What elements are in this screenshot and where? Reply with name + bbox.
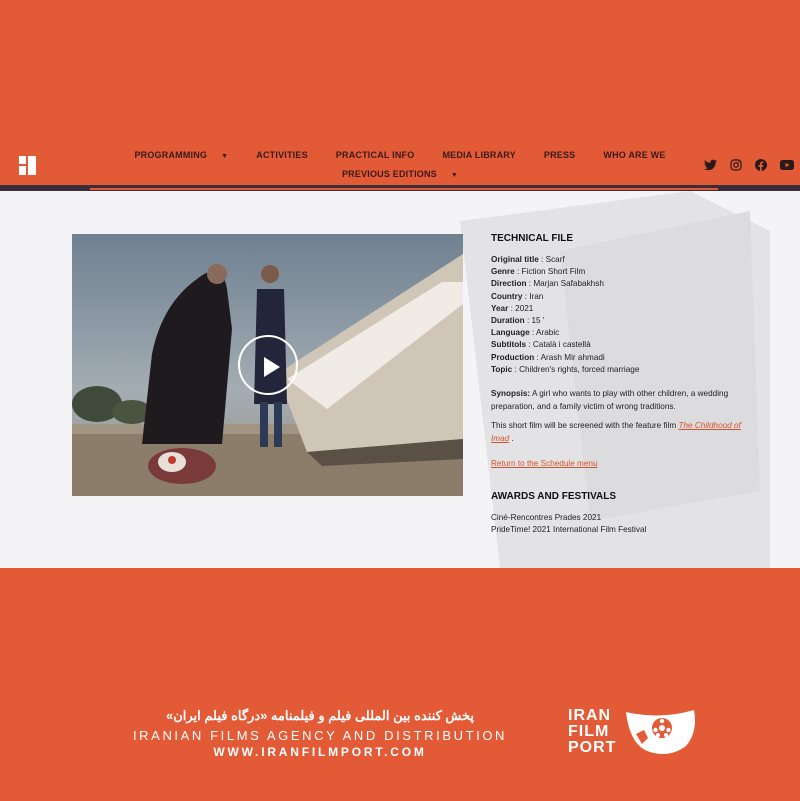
tf-label: Duration [491, 316, 525, 326]
tf-row-original-title: Original title : Scarf [491, 255, 565, 264]
english-tagline: IRANIAN FILMS AGENCY AND DISTRIBUTION [132, 728, 508, 743]
tf-label: Direction [491, 279, 527, 289]
tf-label: Language [491, 328, 530, 338]
menu-label: PROGRAMMING [134, 150, 208, 160]
instagram-icon[interactable] [730, 159, 742, 171]
awards-section: AWARDS AND FESTIVALS Ciné-Rencontres Pra… [491, 491, 751, 536]
chevron-down-icon: ▼ [221, 153, 229, 160]
footer-banner: پخش کننده بین المللی فیلم و فیلمنامه «در… [0, 568, 800, 801]
tf-value: Scarf [545, 255, 565, 264]
tf-label: Subtitols [491, 340, 527, 350]
synopsis-label: Synopsis: [491, 389, 531, 399]
tf-row-genre: Genre : Fiction Short Film [491, 267, 586, 277]
tf-label: Year [491, 303, 509, 313]
tf-row-topic: Topic : Children's rights, forced marria… [491, 364, 640, 374]
screening-note: This short film will be screened with th… [491, 420, 751, 445]
synopsis: Synopsis: A girl who wants to play with … [491, 388, 751, 413]
brand-word: FILM [568, 723, 610, 740]
screening-note-text: This short film will be screened with th… [491, 421, 679, 431]
main-menu: PROGRAMMING ▼ ACTIVITIES PRACTICAL INFO M… [0, 150, 800, 188]
menu-item-practical-info[interactable]: PRACTICAL INFO [322, 150, 429, 169]
tf-value: Arabic [536, 328, 560, 338]
film-info-panel: TECHNICAL FILE Original title : Scarf Ge… [491, 233, 751, 536]
menu-item-media-library[interactable]: MEDIA LIBRARY [428, 150, 529, 169]
play-button-icon[interactable] [238, 335, 298, 395]
iran-map-film-reel-icon [626, 710, 695, 754]
tf-row-year: Year : 2021 [491, 303, 534, 313]
menu-item-who-are-we[interactable]: WHO ARE WE [589, 150, 679, 169]
awards-heading: AWARDS AND FESTIVALS [491, 490, 617, 502]
menu-item-press[interactable]: PRESS [530, 150, 590, 169]
tf-row-subtitles: Subtitols : Català i castellà [491, 340, 591, 350]
menu-label: PRACTICAL INFO [335, 150, 415, 160]
tf-label: Original title [491, 255, 539, 264]
menu-item-activities[interactable]: ACTIVITIES [242, 150, 322, 169]
persian-tagline: پخش کننده بین المللی فیلم و فیلمنامه «در… [165, 708, 474, 723]
tf-row-country: Country : Iran [491, 291, 544, 301]
brand-word: IRAN [568, 707, 612, 724]
menu-label: PRESS [543, 150, 576, 160]
menu-label: WHO ARE WE [603, 150, 666, 160]
tf-label: Topic [491, 364, 513, 374]
technical-file-list: Original title : Scarf Genre : Fiction S… [491, 254, 751, 376]
video-player[interactable] [72, 234, 463, 496]
website-url: WWW.IRANFILMPORT.COM [213, 745, 427, 759]
tf-label: Country [491, 291, 523, 301]
tf-row-direction: Direction : Marjan Safabakhsh [491, 279, 604, 289]
award-item: Ciné-Rencontres Prades 2021 [491, 512, 602, 522]
social-links [704, 159, 794, 171]
tf-value: Children's rights, forced marriage [519, 364, 640, 374]
facebook-icon[interactable] [755, 159, 767, 171]
tf-label: Production [491, 352, 535, 362]
tf-row-language: Language : Arabic [491, 328, 560, 338]
brand-word: PORT [568, 739, 617, 756]
return-to-schedule-link[interactable]: Return to the Schedule menu [491, 459, 598, 468]
tf-row-duration: Duration : 15 ' [491, 316, 545, 326]
twitter-icon[interactable] [704, 159, 717, 171]
tf-value: 15 ' [531, 316, 545, 326]
menu-label: PREVIOUS EDITIONS [341, 169, 437, 179]
nav-accent-line [90, 188, 718, 190]
menu-item-programming[interactable]: PROGRAMMING ▼ [120, 150, 242, 169]
tf-row-production: Production : Arash Mir ahmadi [491, 352, 605, 362]
menu-label: ACTIVITIES [256, 150, 308, 160]
menu-label: MEDIA LIBRARY [442, 150, 516, 160]
tf-value: Català i castellà [532, 340, 591, 350]
film-detail-section: TECHNICAL FILE Original title : Scarf Ge… [0, 191, 800, 568]
tf-value: Fiction Short Film [521, 267, 586, 277]
chevron-down-icon: ▼ [450, 172, 459, 179]
tf-value: Arash Mir ahmadi [540, 352, 605, 362]
tf-label: Genre [491, 267, 515, 277]
technical-file-heading: TECHNICAL FILE [491, 233, 574, 244]
youtube-icon[interactable] [780, 159, 794, 171]
brand-wordmark: IRAN FILM PORT [568, 708, 616, 756]
award-item: PrideTime! 2021 International Film Festi… [491, 524, 647, 534]
return-link-wrapper: Return to the Schedule menu [491, 458, 751, 471]
tf-value: Marjan Safabakhsh [533, 279, 604, 289]
tf-value: 2021 [515, 303, 534, 313]
top-navigation: PROGRAMMING ▼ ACTIVITIES PRACTICAL INFO M… [0, 140, 800, 186]
screening-note-suffix: . [509, 433, 514, 443]
tf-value: Iran [529, 291, 544, 301]
